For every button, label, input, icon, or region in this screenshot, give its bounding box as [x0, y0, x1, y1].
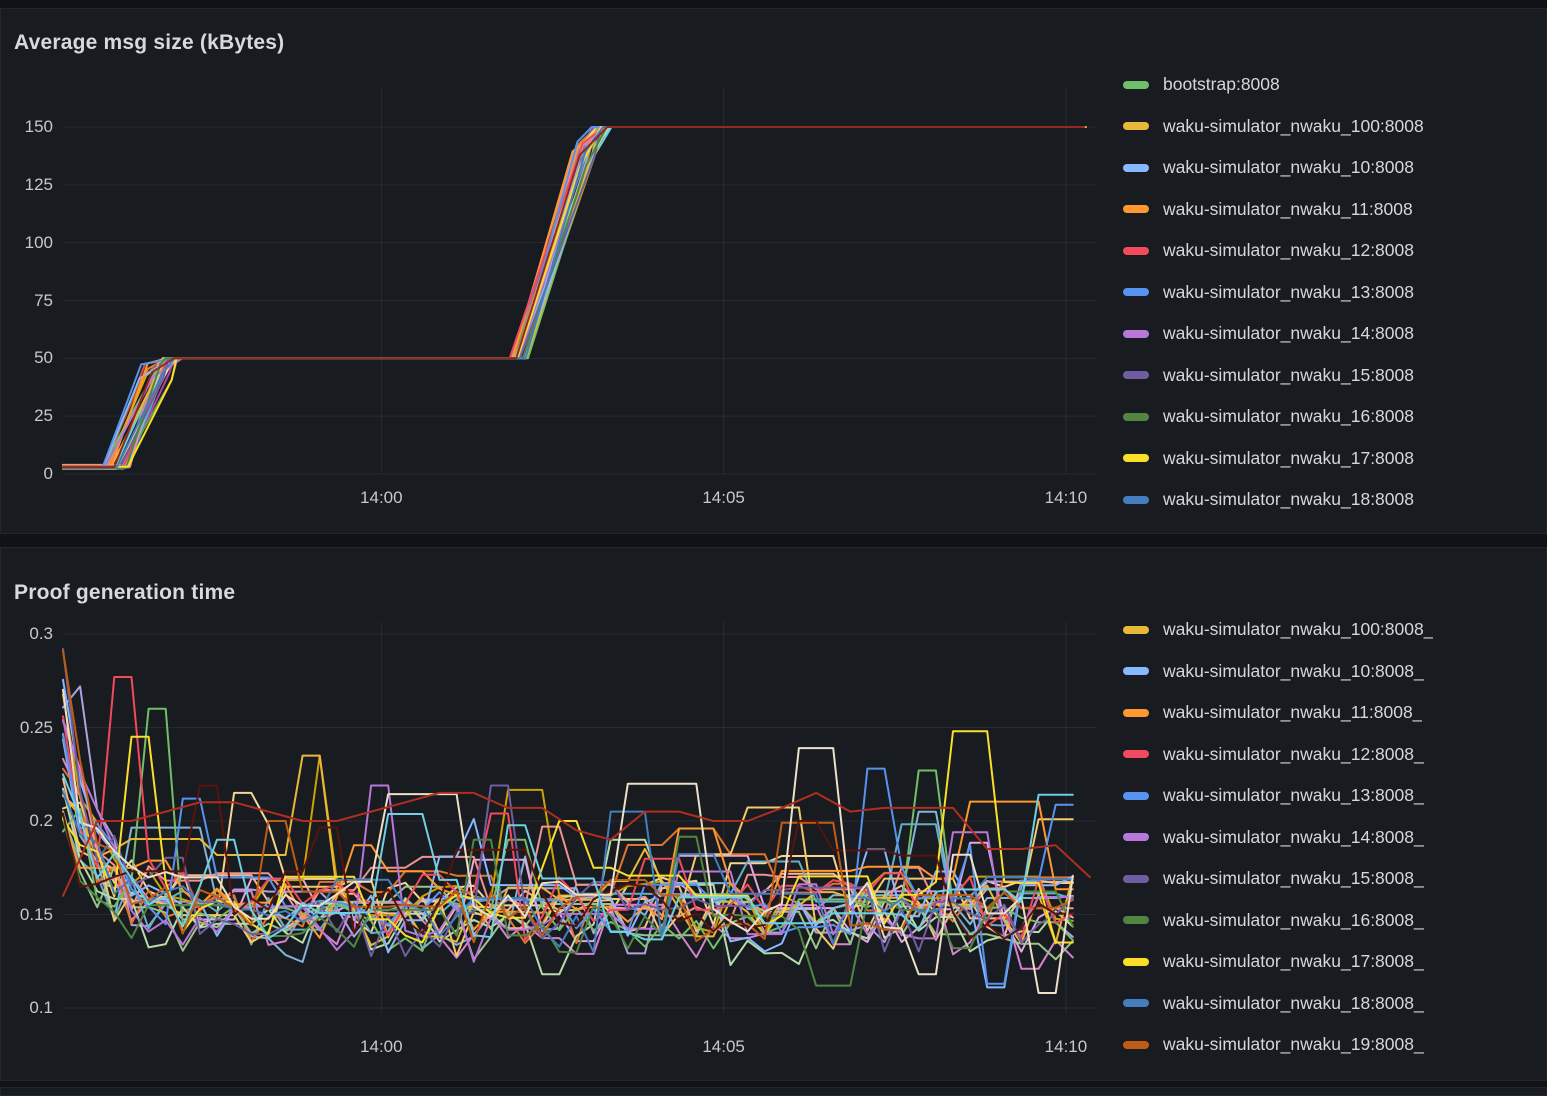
x-tick-label: 14:00	[336, 488, 426, 508]
legend-swatch-icon	[1123, 626, 1149, 634]
panel-avg-msg-size: Average msg size (kBytes) bootstrap:8008…	[0, 8, 1547, 534]
legend-item[interactable]: waku-simulator_nwaku_15:8008	[1123, 355, 1542, 397]
legend-swatch-icon	[1123, 330, 1149, 338]
legend-item-label: waku-simulator_nwaku_13:8008_	[1163, 785, 1424, 806]
y-tick-label: 0.1	[1, 998, 53, 1018]
legend-swatch-icon	[1123, 750, 1149, 758]
legend-swatch-icon	[1123, 454, 1149, 462]
legend-swatch-icon	[1123, 916, 1149, 924]
y-tick-label: 0.2	[1, 811, 53, 831]
legend-item-label: waku-simulator_nwaku_19:8008_	[1163, 1034, 1424, 1055]
y-tick-label: 0.25	[1, 718, 53, 738]
legend-item-label: waku-simulator_nwaku_12:8008	[1163, 240, 1414, 261]
legend-item[interactable]: waku-simulator_nwaku_13:8008	[1123, 272, 1542, 314]
legend-swatch-icon	[1123, 833, 1149, 841]
legend-item-label: waku-simulator_nwaku_15:8008	[1163, 365, 1414, 386]
y-tick-label: 75	[1, 291, 53, 311]
legend-swatch-icon	[1123, 288, 1149, 296]
legend-swatch-icon	[1123, 709, 1149, 717]
legend-item[interactable]: waku-simulator_nwaku_14:8008_	[1123, 817, 1542, 859]
x-tick-label: 14:10	[1021, 1037, 1111, 1057]
legend-swatch-icon	[1123, 122, 1149, 130]
legend-item-label: waku-simulator_nwaku_10:8008_	[1163, 661, 1424, 682]
legend-item-label: waku-simulator_nwaku_15:8008_	[1163, 868, 1424, 889]
legend-swatch-icon	[1123, 792, 1149, 800]
y-tick-label: 0.15	[1, 905, 53, 925]
panel-proof-generation-time: Proof generation time waku-simulator_nwa…	[0, 547, 1547, 1081]
y-tick-label: 100	[1, 233, 53, 253]
legend-item[interactable]: waku-simulator_nwaku_15:8008_	[1123, 858, 1542, 900]
legend-swatch-icon	[1123, 413, 1149, 421]
legend-item-label: waku-simulator_nwaku_14:8008	[1163, 323, 1414, 344]
legend-item[interactable]: waku-simulator_nwaku_18:8008	[1123, 479, 1542, 521]
legend-item[interactable]: bootstrap:8008	[1123, 64, 1542, 106]
legend-item[interactable]: waku-simulator_nwaku_11:8008	[1123, 189, 1542, 231]
legend-item[interactable]: waku-simulator_nwaku_12:8008_	[1123, 734, 1542, 776]
legend-item[interactable]: waku-simulator_nwaku_10:8008_	[1123, 651, 1542, 693]
legend-item[interactable]: waku-simulator_nwaku_100:8008	[1123, 106, 1542, 148]
legend-swatch-icon	[1123, 496, 1149, 504]
legend-item-label: waku-simulator_nwaku_14:8008_	[1163, 827, 1424, 848]
legend-proof-generation-time: waku-simulator_nwaku_100:8008_ waku-simul…	[1123, 609, 1542, 1066]
legend-item[interactable]: waku-simulator_nwaku_19:8008_	[1123, 1024, 1542, 1066]
legend-item-label: waku-simulator_nwaku_13:8008	[1163, 282, 1414, 303]
legend-item-label: waku-simulator_nwaku_17:8008	[1163, 448, 1414, 469]
next-panel-top-edge	[0, 1087, 1547, 1096]
legend-item[interactable]: waku-simulator_nwaku_12:8008	[1123, 230, 1542, 272]
y-tick-label: 150	[1, 117, 53, 137]
legend-swatch-icon	[1123, 371, 1149, 379]
legend-swatch-icon	[1123, 958, 1149, 966]
legend-avg-msg-size: bootstrap:8008 waku-simulator_nwaku_100:8…	[1123, 64, 1542, 521]
x-tick-label: 14:10	[1021, 488, 1111, 508]
legend-item[interactable]: waku-simulator_nwaku_18:8008_	[1123, 983, 1542, 1025]
legend-item[interactable]: waku-simulator_nwaku_17:8008_	[1123, 941, 1542, 983]
legend-item[interactable]: waku-simulator_nwaku_13:8008_	[1123, 775, 1542, 817]
series-line[interactable]	[63, 127, 1078, 466]
legend-item-label: waku-simulator_nwaku_100:8008_	[1163, 619, 1433, 640]
legend-item-label: waku-simulator_nwaku_10:8008	[1163, 157, 1414, 178]
legend-item[interactable]: waku-simulator_nwaku_100:8008_	[1123, 609, 1542, 651]
legend-item-label: bootstrap:8008	[1163, 74, 1280, 95]
legend-item-label: waku-simulator_nwaku_17:8008_	[1163, 951, 1424, 972]
x-tick-label: 14:00	[336, 1037, 426, 1057]
legend-item-label: waku-simulator_nwaku_11:8008_	[1163, 702, 1422, 723]
legend-item-label: waku-simulator_nwaku_12:8008_	[1163, 744, 1424, 765]
x-tick-label: 14:05	[679, 488, 769, 508]
legend-item-label: waku-simulator_nwaku_11:8008	[1163, 199, 1413, 220]
legend-item-label: waku-simulator_nwaku_18:8008_	[1163, 993, 1424, 1014]
series-line[interactable]	[63, 690, 1073, 993]
legend-item-label: waku-simulator_nwaku_18:8008	[1163, 489, 1414, 510]
y-tick-label: 50	[1, 348, 53, 368]
legend-swatch-icon	[1123, 999, 1149, 1007]
legend-item[interactable]: waku-simulator_nwaku_16:8008	[1123, 396, 1542, 438]
legend-item[interactable]: waku-simulator_nwaku_16:8008_	[1123, 900, 1542, 942]
x-tick-label: 14:05	[679, 1037, 769, 1057]
y-tick-label: 125	[1, 175, 53, 195]
legend-item[interactable]: waku-simulator_nwaku_10:8008	[1123, 147, 1542, 189]
legend-swatch-icon	[1123, 164, 1149, 172]
legend-item-label: waku-simulator_nwaku_16:8008_	[1163, 910, 1424, 931]
legend-swatch-icon	[1123, 1041, 1149, 1049]
legend-item[interactable]: waku-simulator_nwaku_14:8008	[1123, 313, 1542, 355]
legend-item[interactable]: waku-simulator_nwaku_11:8008_	[1123, 692, 1542, 734]
legend-swatch-icon	[1123, 667, 1149, 675]
y-tick-label: 0.3	[1, 624, 53, 644]
legend-swatch-icon	[1123, 247, 1149, 255]
y-tick-label: 0	[1, 464, 53, 484]
legend-item[interactable]: waku-simulator_nwaku_17:8008	[1123, 438, 1542, 480]
legend-swatch-icon	[1123, 875, 1149, 883]
legend-swatch-icon	[1123, 81, 1149, 89]
y-tick-label: 25	[1, 406, 53, 426]
legend-item-label: waku-simulator_nwaku_16:8008	[1163, 406, 1414, 427]
legend-swatch-icon	[1123, 205, 1149, 213]
legend-item-label: waku-simulator_nwaku_100:8008	[1163, 116, 1424, 137]
